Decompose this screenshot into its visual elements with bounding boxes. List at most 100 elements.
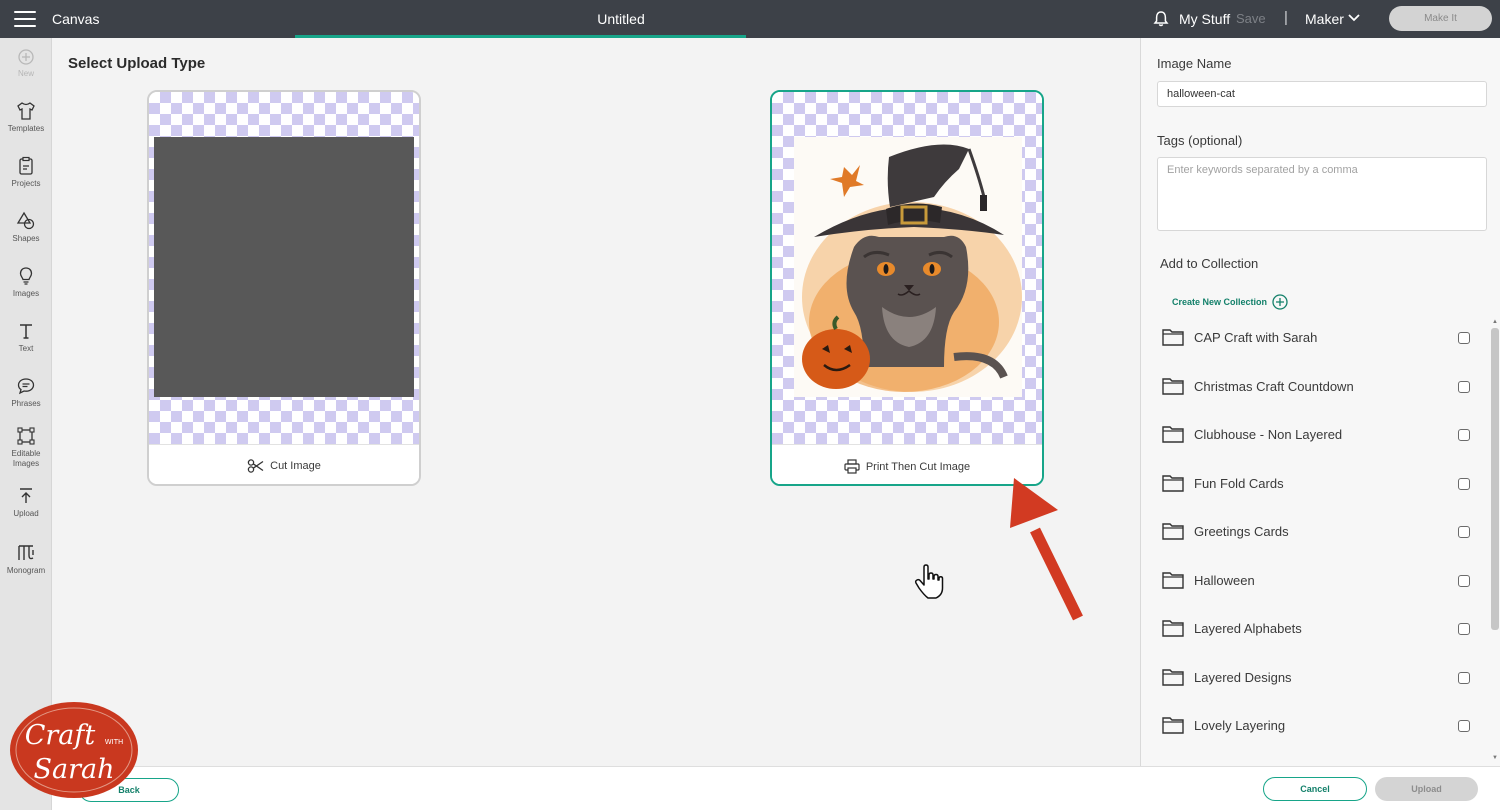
monogram-icon (18, 545, 34, 560)
printer-icon (844, 459, 860, 474)
sidebar-item-projects[interactable]: Projects (0, 156, 52, 189)
page-title: Select Upload Type (68, 55, 206, 72)
folder-icon (1162, 523, 1184, 540)
collection-item[interactable]: CAP Craft with Sarah (1141, 313, 1489, 361)
sidebar-item-images[interactable]: Images (0, 266, 52, 299)
image-name-input[interactable] (1157, 81, 1487, 107)
sidebar-item-label: Shapes (12, 234, 40, 243)
collection-name: Fun Fold Cards (1194, 475, 1284, 491)
create-collection-label: Create New Collection (1172, 297, 1268, 307)
sidebar-item-label: Phrases (11, 399, 41, 408)
folder-icon (1162, 620, 1184, 637)
folder-icon (1162, 571, 1184, 589)
collection-name: Halloween (1194, 572, 1255, 588)
left-sidebar: New Templates Projects Shapes Images Tex… (0, 38, 52, 810)
svg-text:Sarah: Sarah (34, 754, 115, 785)
sidebar-item-phrases[interactable]: Phrases (0, 376, 52, 409)
sidebar-item-label: Templates (7, 124, 45, 133)
sidebar-item-monogram[interactable]: Monogram (0, 543, 52, 576)
sidebar-item-shapes[interactable]: Shapes (0, 211, 52, 244)
folder-icon (1162, 668, 1184, 686)
add-to-collection-label: Add to Collection (1160, 256, 1259, 271)
collection-name: Layered Alphabets (1194, 621, 1302, 636)
collection-item[interactable]: Fun Fold Cards (1141, 459, 1489, 507)
sidebar-item-label: Images (12, 289, 40, 298)
chevron-down-icon[interactable] (1348, 13, 1360, 23)
text-icon (20, 324, 32, 339)
collection-checkbox[interactable] (1458, 526, 1470, 538)
collection-checkbox[interactable] (1458, 380, 1470, 393)
clipboard-icon (19, 156, 33, 175)
svg-text:Craft: Craft (25, 720, 96, 751)
sidebar-item-label: Projects (11, 179, 41, 188)
collection-name: Clubhouse - Non Layered (1194, 427, 1343, 442)
sidebar-item-templates[interactable]: Templates (0, 101, 52, 134)
sidebar-item-label: Text (18, 344, 34, 353)
plus-circle-icon (18, 49, 34, 65)
folder-icon (1162, 717, 1184, 734)
make-it-button[interactable]: Make It (1389, 6, 1492, 31)
create-new-collection-button[interactable]: Create New Collection (1172, 294, 1288, 310)
option-label: Cut Image (270, 460, 321, 472)
sidebar-item-label: Editable Images (11, 449, 41, 468)
upload-progress-bar (295, 35, 746, 38)
collection-item[interactable]: Halloween (1141, 556, 1489, 604)
scroll-down-arrow-icon[interactable]: ▼ (1492, 755, 1498, 761)
option-label: Print Then Cut Image (865, 460, 971, 473)
scissors-icon (247, 459, 264, 473)
print-then-cut-option[interactable]: Print Then Cut Image (770, 90, 1044, 486)
sidebar-item-label: Monogram (6, 566, 46, 575)
sidebar-item-label: New (17, 69, 34, 78)
shapes-icon (16, 211, 35, 230)
upload-details-panel: Image Name Tags (optional) Add to Collec… (1140, 38, 1500, 766)
collection-item[interactable]: Greetings Cards (1141, 507, 1489, 555)
lightbulb-icon (19, 267, 33, 285)
collection-name: Lovely Layering (1194, 718, 1286, 733)
collection-item[interactable]: Lovely Layering (1141, 701, 1489, 749)
collection-checkbox[interactable] (1458, 720, 1470, 732)
red-arrow-annotation (1010, 478, 1083, 621)
upload-button[interactable]: Upload (1375, 777, 1478, 801)
sidebar-item-new[interactable]: New (0, 48, 52, 79)
collection-checkbox[interactable] (1458, 429, 1470, 441)
collection-scrollbar[interactable] (1491, 328, 1499, 630)
machine-select[interactable]: Maker (1305, 11, 1344, 27)
collection-checkbox[interactable] (1458, 574, 1470, 587)
collection-name: CAP Craft with Sarah (1194, 330, 1318, 345)
my-stuff-link[interactable]: My Stuff (1179, 11, 1230, 27)
sidebar-item-text[interactable]: Text (0, 321, 52, 354)
craft-with-sarah-logo: Craft WITH Sarah (10, 702, 138, 798)
collection-item[interactable]: Christmas Craft Countdown (1141, 362, 1489, 410)
document-title: Untitled (597, 11, 645, 27)
edit-image-icon (17, 427, 35, 445)
bottom-action-bar: Back Cancel Upload (52, 766, 1500, 810)
cancel-button[interactable]: Cancel (1263, 777, 1367, 801)
folder-icon (1162, 426, 1184, 443)
plus-circle-icon (1272, 294, 1288, 310)
sidebar-item-upload[interactable]: Upload (0, 486, 52, 519)
collection-checkbox[interactable] (1458, 332, 1470, 344)
collection-item[interactable]: Layered Designs (1141, 653, 1489, 701)
tags-input[interactable] (1157, 157, 1487, 231)
sidebar-item-editable-images[interactable]: Editable Images (0, 426, 52, 469)
collection-checkbox[interactable] (1458, 671, 1470, 684)
collection-item[interactable]: Layered Alphabets (1141, 604, 1489, 652)
option-footer: Cut Image (149, 444, 419, 484)
collection-item[interactable]: Clubhouse - Non Layered (1141, 410, 1489, 458)
top-bar: Canvas Untitled My Stuff Save | Maker Ma… (0, 0, 1500, 38)
scroll-up-arrow-icon[interactable]: ▲ (1492, 319, 1498, 325)
image-preview-cut (154, 137, 414, 397)
folder-icon (1162, 377, 1184, 395)
topbar-divider: | (1284, 9, 1288, 26)
speech-bubble-icon (17, 378, 35, 395)
cut-image-option[interactable]: Cut Image (147, 90, 421, 486)
halloween-cat-image (794, 137, 1022, 397)
collection-checkbox[interactable] (1458, 623, 1470, 635)
collection-name: Greetings Cards (1194, 524, 1289, 539)
upload-icon (20, 488, 32, 503)
save-button[interactable]: Save (1236, 11, 1266, 26)
folder-icon (1162, 474, 1184, 492)
sidebar-item-label: Upload (13, 509, 39, 518)
collection-checkbox[interactable] (1458, 477, 1470, 490)
bell-icon[interactable] (1152, 10, 1170, 28)
